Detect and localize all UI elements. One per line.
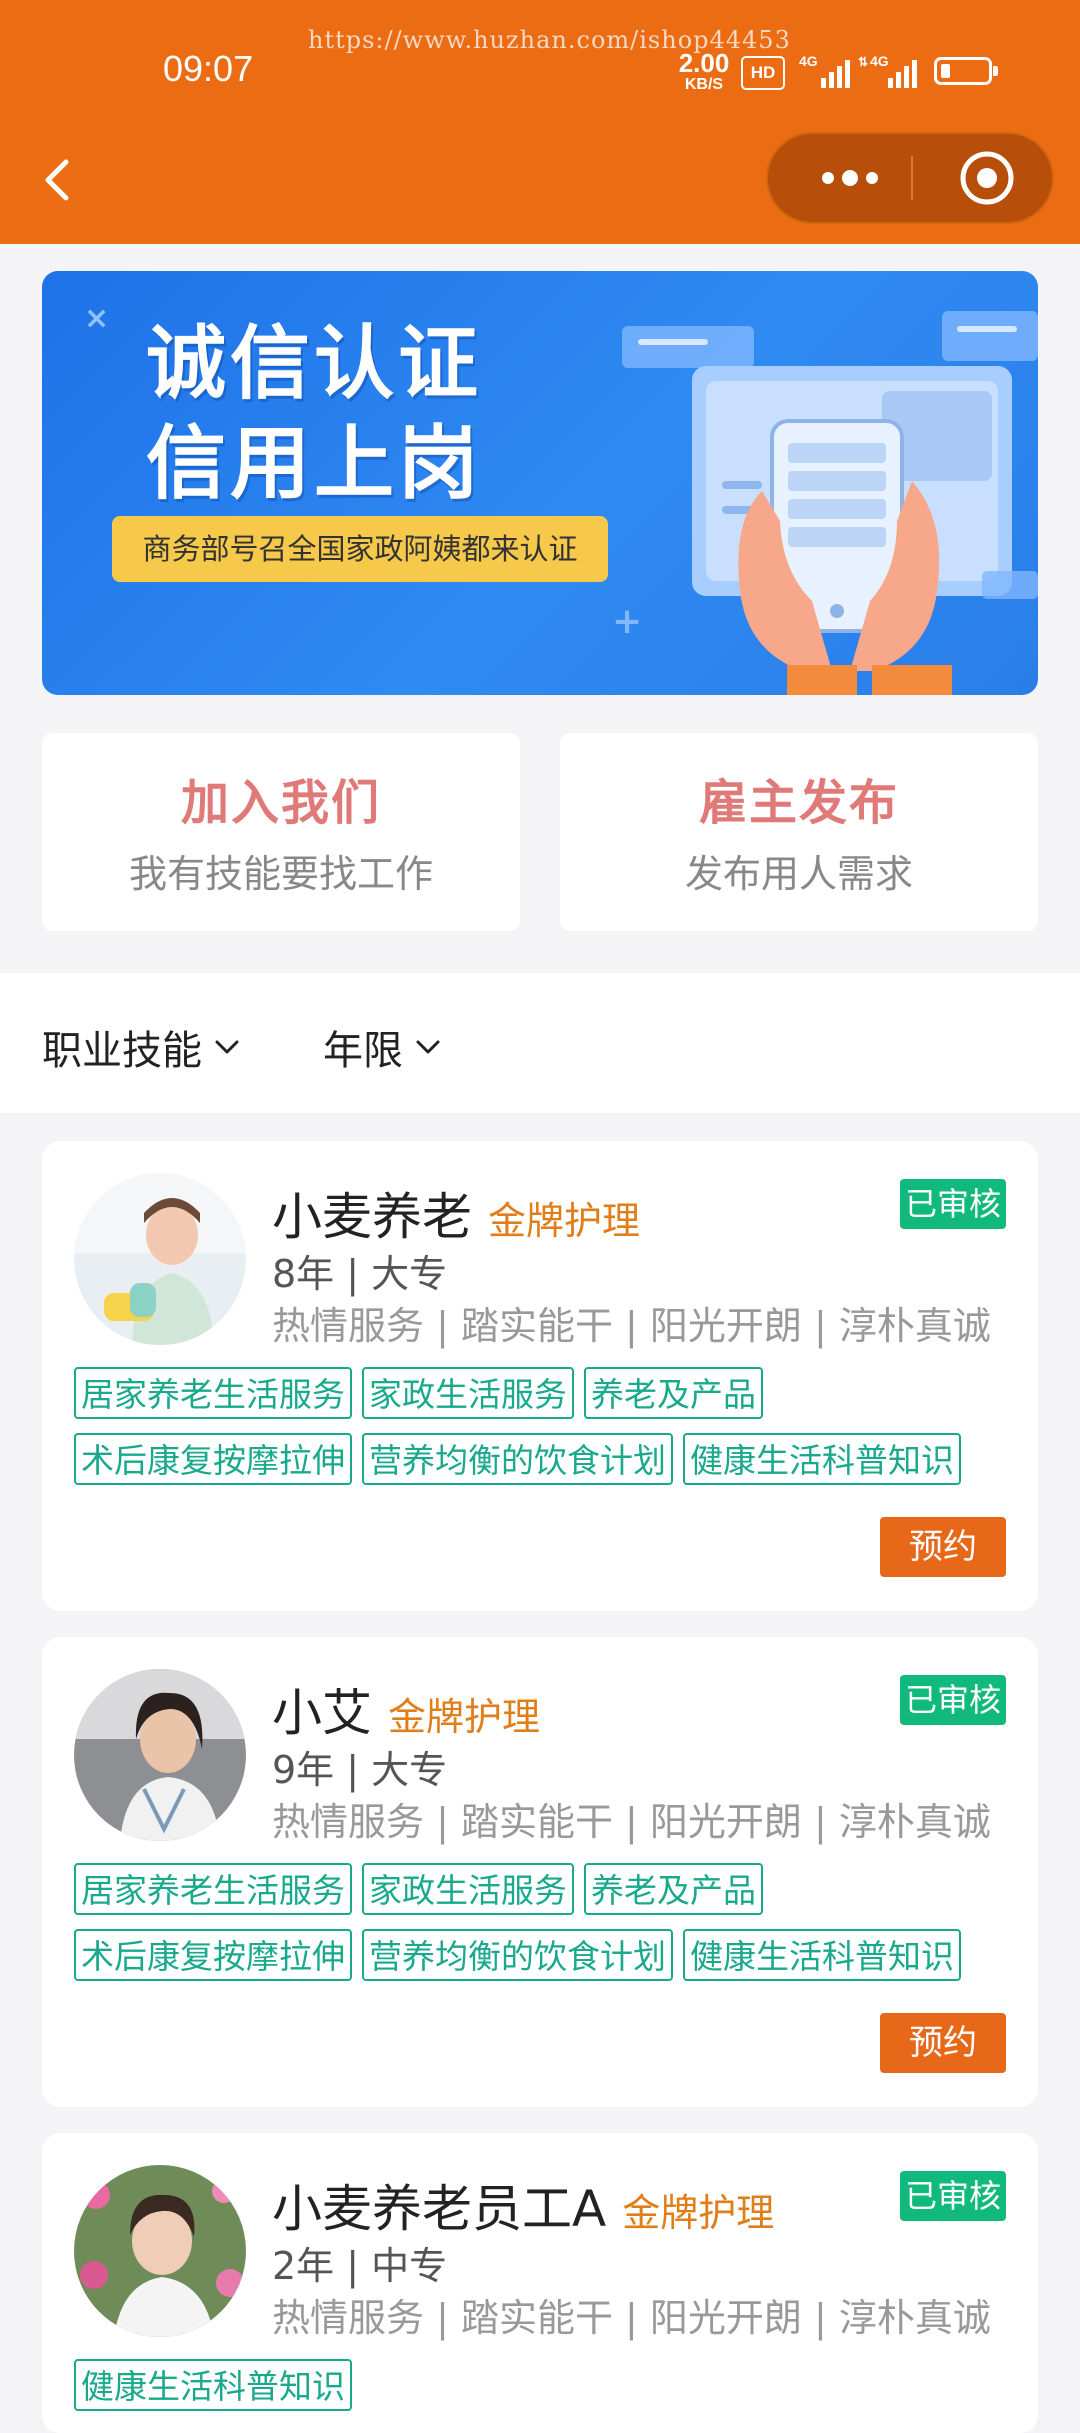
skill-filter-dropdown[interactable]: 职业技能 xyxy=(42,1018,240,1076)
employer-post-title: 雇主发布 xyxy=(698,775,899,831)
sparkle-x-icon: × xyxy=(84,301,110,336)
traits: 热情服务 | 踏实能干 | 阳光开朗 | 淳朴真诚 xyxy=(272,2296,991,2340)
skill-tags: 居家养老生活服务 家政生活服务 养老及产品 术后康复按摩拉伸 营养均衡的饮食计划 健康生… xyxy=(74,1863,1014,1995)
net-speed-value: 2.00 xyxy=(678,48,730,78)
caregiver-name: 小艾 xyxy=(272,1684,372,1742)
skill-filter-label: 职业技能 xyxy=(42,1028,202,1074)
skill-tag: 养老及产品 xyxy=(584,1367,763,1419)
net-speed: 2.00 KB/S xyxy=(676,48,732,96)
experience-education: 2年 | 中专 xyxy=(272,2244,448,2288)
status-badge: 已审核 xyxy=(900,2171,1006,2221)
signal-4g-label: 4G xyxy=(799,53,818,69)
status-bar: 09:07 https://www.huzhan.com/ishop44453 … xyxy=(0,0,1080,140)
skill-tag: 健康生活科普知识 xyxy=(74,2359,352,2411)
skill-tag: 健康生活科普知识 xyxy=(683,1929,961,1981)
join-us-title: 加入我们 xyxy=(180,775,381,831)
caregiver-name: 小麦养老 xyxy=(272,1188,472,1246)
status-badge: 已审核 xyxy=(900,1179,1006,1229)
employer-post-subtitle: 发布用人需求 xyxy=(684,852,913,896)
employer-post-card[interactable]: 雇主发布 发布用人需求 xyxy=(560,733,1038,931)
traits: 热情服务 | 踏实能干 | 阳光开朗 | 淳朴真诚 xyxy=(272,1800,991,1844)
book-button[interactable]: 预约 xyxy=(880,2013,1006,2073)
banner-title-line2: 信用上岗 xyxy=(146,417,482,510)
name-row: 小麦养老 金牌护理 xyxy=(272,1177,640,1249)
skill-tag: 养老及产品 xyxy=(584,1863,763,1915)
battery-icon xyxy=(934,57,998,85)
battery-fill xyxy=(941,64,950,78)
skill-tags: 居家养老生活服务 家政生活服务 养老及产品 术后康复按摩拉伸 营养均衡的饮食计划 健康生… xyxy=(74,1367,1014,1499)
years-filter-label: 年限 xyxy=(323,1028,403,1074)
hd-icon: HD xyxy=(741,56,785,90)
status-badge: 已审核 xyxy=(900,1675,1006,1725)
experience-education: 8年 | 大专 xyxy=(272,1252,448,1296)
mini-program-capsule xyxy=(766,132,1054,224)
level-badge: 金牌护理 xyxy=(388,1695,541,1739)
skill-tag: 术后康复按摩拉伸 xyxy=(74,1929,352,1981)
back-chevron-icon[interactable] xyxy=(36,150,86,210)
skill-tag: 家政生活服务 xyxy=(362,1863,574,1915)
signal-4g-icon-2: ⇅ 4G xyxy=(858,52,918,92)
skill-tag: 居家养老生活服务 xyxy=(74,1367,352,1419)
signal-4g-icon: 4G xyxy=(797,52,857,92)
svg-text:⇅: ⇅ xyxy=(858,55,868,69)
banner-title-line1: 诚信认证 xyxy=(146,317,482,410)
avatar xyxy=(74,1669,246,1841)
level-badge: 金牌护理 xyxy=(622,2191,775,2235)
status-time: 09:07 xyxy=(163,48,254,89)
target-circle-icon[interactable] xyxy=(958,149,1016,207)
caregiver-name: 小麦养老员工A xyxy=(272,2180,607,2238)
experience-education: 9年 | 大专 xyxy=(272,1748,448,1792)
traits: 热情服务 | 踏实能干 | 阳光开朗 | 淳朴真诚 xyxy=(272,1304,991,1348)
avatar xyxy=(74,2165,246,2337)
chevron-down-icon xyxy=(416,1040,440,1054)
promo-banner[interactable]: × 诚信认证 信用上岗 商务部号召全国家政阿姨都来认证 + xyxy=(42,271,1038,695)
more-dots-icon[interactable] xyxy=(810,134,890,222)
level-badge: 金牌护理 xyxy=(488,1199,641,1243)
join-us-subtitle: 我有技能要找工作 xyxy=(128,852,433,896)
skill-tag: 居家养老生活服务 xyxy=(74,1863,352,1915)
skill-tag: 家政生活服务 xyxy=(362,1367,574,1419)
skill-tag: 健康生活科普知识 xyxy=(683,1433,961,1485)
capsule-divider xyxy=(911,156,913,200)
chevron-down-icon xyxy=(215,1040,239,1054)
skill-tag: 营养均衡的饮食计划 xyxy=(362,1433,673,1485)
avatar xyxy=(74,1173,246,1345)
caregiver-card[interactable]: 小艾 金牌护理 已审核 9年 | 大专 热情服务 | 踏实能干 | 阳光开朗 |… xyxy=(42,1637,1038,2107)
book-button[interactable]: 预约 xyxy=(880,1517,1006,1577)
caregiver-card[interactable]: 小麦养老 金牌护理 已审核 8年 | 大专 热情服务 | 踏实能干 | 阳光开朗… xyxy=(42,1141,1038,1611)
filter-bar: 职业技能 年限 xyxy=(0,973,1080,1113)
banner-tagline: 商务部号召全国家政阿姨都来认证 xyxy=(112,516,608,582)
signal-4g-label-2: 4G xyxy=(870,53,889,69)
name-row: 小麦养老员工A 金牌护理 xyxy=(272,2169,774,2241)
skill-tag: 营养均衡的饮食计划 xyxy=(362,1929,673,1981)
skill-tag: 术后康复按摩拉伸 xyxy=(74,1433,352,1485)
name-row: 小艾 金牌护理 xyxy=(272,1673,540,1745)
years-filter-dropdown[interactable]: 年限 xyxy=(323,1018,441,1076)
skill-tags: 健康生活科普知识 xyxy=(74,2359,1014,2425)
phone-in-hands-illustration xyxy=(622,311,1038,695)
caregiver-card[interactable]: 小麦养老员工A 金牌护理 已审核 2年 | 中专 热情服务 | 踏实能干 | 阳… xyxy=(42,2133,1038,2433)
join-us-card[interactable]: 加入我们 我有技能要找工作 xyxy=(42,733,520,931)
